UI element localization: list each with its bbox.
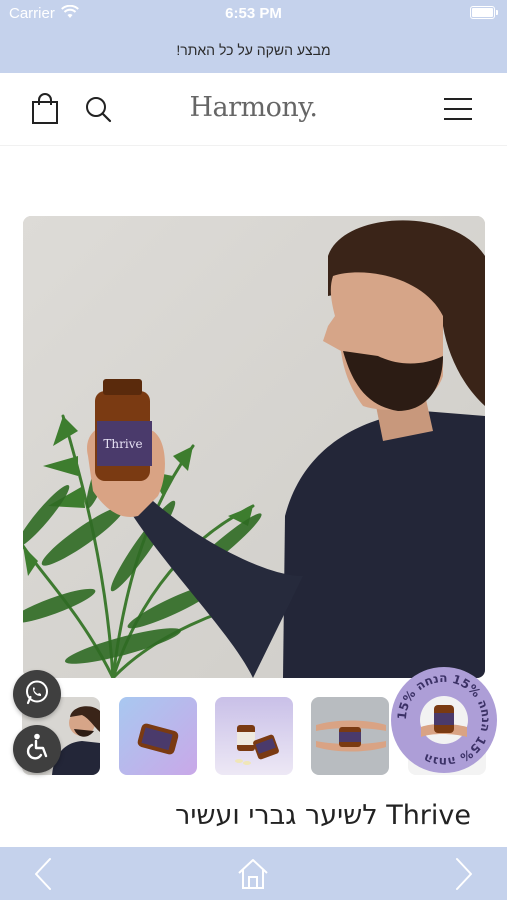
accessibility-icon <box>24 733 50 765</box>
status-bar: Carrier 6:53 PM <box>0 0 507 26</box>
site-header: Harmony. <box>0 73 507 146</box>
product-title: Thrive לשיער גברי ועשיר <box>175 800 471 831</box>
promo-text: מבצע השקה על כל האתר! <box>176 41 331 58</box>
promo-banner[interactable]: מבצע השקה על כל האתר! <box>0 26 507 73</box>
product-hero-image[interactable]: Thrive <box>23 216 485 678</box>
thumb-bottles-with-capsules[interactable] <box>215 697 293 775</box>
chevron-left-icon[interactable] <box>24 855 62 893</box>
hamburger-menu-icon[interactable] <box>440 91 476 127</box>
accessibility-button[interactable] <box>13 725 61 773</box>
man-holding-bottle-photo: Thrive <box>23 216 485 678</box>
brand-logo[interactable]: Harmony. <box>0 92 507 123</box>
thumb-hands-with-bottle[interactable] <box>311 697 389 775</box>
home-icon[interactable] <box>234 855 272 893</box>
thumb-bottle-on-gradient[interactable] <box>119 697 197 775</box>
hero-bottle-label: Thrive <box>103 437 142 451</box>
discount-badge[interactable]: 15% הנחה 15% הנחה 15% הנחה <box>391 667 497 773</box>
whatsapp-button[interactable] <box>13 670 61 718</box>
status-time: 6:53 PM <box>225 5 282 22</box>
bottom-nav-bar <box>0 847 507 900</box>
battery-icon <box>470 6 498 19</box>
whatsapp-icon <box>24 679 50 709</box>
chevron-right-icon[interactable] <box>445 855 483 893</box>
